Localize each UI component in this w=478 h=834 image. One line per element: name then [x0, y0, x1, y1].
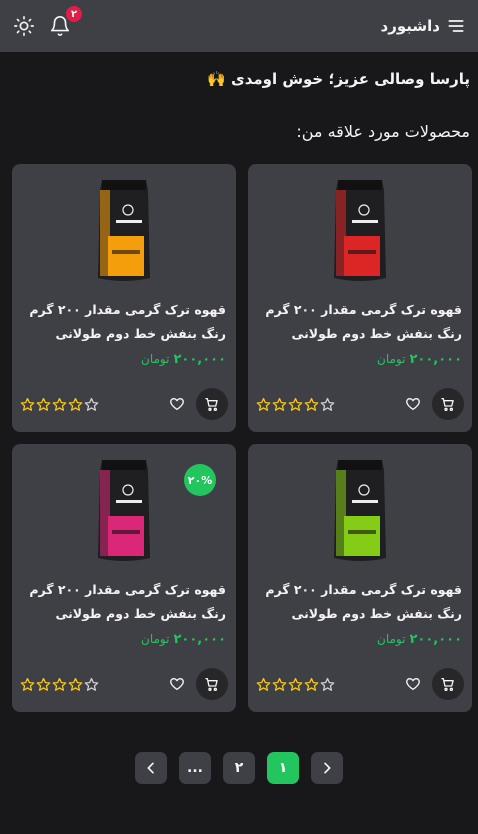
page-button-2[interactable]: ۲ — [223, 752, 255, 784]
star-icon[interactable] — [320, 677, 335, 692]
price-currency: تومان — [377, 632, 406, 646]
page-ellipsis: ... — [179, 752, 211, 784]
star-icon[interactable] — [36, 677, 51, 692]
add-to-cart-button[interactable] — [196, 668, 228, 700]
product-card[interactable]: قهوه ترک گرمی مقدار ۲۰۰ گرم رنگ بنفش خط … — [248, 164, 472, 432]
product-price: ۲۰۰,۰۰۰ تومان — [141, 632, 226, 647]
product-card[interactable]: قهوه ترک گرمی مقدار ۲۰۰ گرم رنگ بنفش خط … — [248, 444, 472, 712]
page-button-1[interactable]: ۱ — [267, 752, 299, 784]
rating-stars[interactable] — [256, 677, 335, 692]
star-icon[interactable] — [52, 397, 67, 412]
favorite-button[interactable] — [168, 675, 186, 693]
cart-icon — [205, 398, 218, 411]
star-icon[interactable] — [256, 397, 271, 412]
rating-stars[interactable] — [20, 397, 99, 412]
dashboard-menu[interactable]: داشبورد — [381, 16, 466, 36]
star-icon[interactable] — [68, 677, 83, 692]
product-price: ۲۰۰,۰۰۰ تومان — [377, 632, 462, 647]
theme-toggle-button[interactable] — [12, 14, 36, 38]
dashboard-title: داشبورد — [380, 17, 440, 35]
product-title[interactable]: قهوه ترک گرمی مقدار ۲۰۰ گرم رنگ بنفش خط … — [256, 298, 462, 346]
pagination: ۱ ۲ ... — [0, 752, 478, 784]
star-icon[interactable] — [288, 677, 303, 692]
add-to-cart-button[interactable] — [432, 388, 464, 420]
star-icon[interactable] — [20, 397, 35, 412]
product-card[interactable]: قهوه ترک گرمی مقدار ۲۰۰ گرم رنگ بنفش خط … — [12, 164, 236, 432]
chevron-right-icon — [324, 762, 331, 774]
star-icon[interactable] — [68, 397, 83, 412]
star-icon[interactable] — [84, 397, 99, 412]
product-title[interactable]: قهوه ترک گرمی مقدار ۲۰۰ گرم رنگ بنفش خط … — [256, 578, 462, 626]
product-title[interactable]: قهوه ترک گرمی مقدار ۲۰۰ گرم رنگ بنفش خط … — [20, 298, 226, 346]
rating-stars[interactable] — [256, 397, 335, 412]
star-icon[interactable] — [304, 677, 319, 692]
star-icon[interactable] — [320, 397, 335, 412]
next-page-button[interactable] — [311, 752, 343, 784]
price-value: ۲۰۰,۰۰۰ — [409, 632, 462, 647]
star-icon[interactable] — [272, 397, 287, 412]
star-icon[interactable] — [288, 397, 303, 412]
favorite-button[interactable] — [404, 675, 422, 693]
notification-badge: ۲ — [66, 6, 82, 22]
price-value: ۲۰۰,۰۰۰ — [409, 352, 462, 367]
product-image[interactable] — [12, 174, 236, 286]
hamburger-icon[interactable] — [446, 16, 466, 36]
product-grid: قهوه ترک گرمی مقدار ۲۰۰ گرم رنگ بنفش خط … — [12, 164, 472, 712]
cart-icon — [205, 678, 218, 691]
heart-icon — [170, 678, 184, 690]
prev-page-button[interactable] — [135, 752, 167, 784]
price-currency: تومان — [377, 352, 406, 366]
add-to-cart-button[interactable] — [196, 388, 228, 420]
heart-icon — [170, 398, 184, 410]
star-icon[interactable] — [20, 677, 35, 692]
favorite-button[interactable] — [168, 395, 186, 413]
chevron-left-icon — [147, 762, 154, 774]
star-icon[interactable] — [256, 677, 271, 692]
star-icon[interactable] — [36, 397, 51, 412]
notifications-button[interactable]: ۲ — [48, 6, 82, 38]
favorite-button[interactable] — [404, 395, 422, 413]
product-price: ۲۰۰,۰۰۰ تومان — [141, 352, 226, 367]
heart-icon — [406, 678, 420, 690]
product-image[interactable] — [248, 454, 472, 566]
product-image[interactable] — [248, 174, 472, 286]
product-card[interactable]: ۲۰% قهوه ترک گرمی مقدار ۲۰۰ گرم رنگ بنفش … — [12, 444, 236, 712]
star-icon[interactable] — [52, 677, 67, 692]
cart-icon — [441, 678, 454, 691]
discount-badge: ۲۰% — [184, 464, 216, 496]
star-icon[interactable] — [272, 677, 287, 692]
price-value: ۲۰۰,۰۰۰ — [173, 632, 226, 647]
top-bar: داشبورد ۲ — [0, 0, 478, 52]
star-icon[interactable] — [84, 677, 99, 692]
product-title[interactable]: قهوه ترک گرمی مقدار ۲۰۰ گرم رنگ بنفش خط … — [20, 578, 226, 626]
product-price: ۲۰۰,۰۰۰ تومان — [377, 352, 462, 367]
price-currency: تومان — [141, 352, 170, 366]
cart-icon — [441, 398, 454, 411]
price-currency: تومان — [141, 632, 170, 646]
sun-icon[interactable] — [13, 15, 35, 37]
section-title: محصولات مورد علاقه من: — [296, 122, 470, 141]
star-icon[interactable] — [304, 397, 319, 412]
add-to-cart-button[interactable] — [432, 668, 464, 700]
price-value: ۲۰۰,۰۰۰ — [173, 352, 226, 367]
heart-icon — [406, 398, 420, 410]
greeting-text: پارسا وصالی عزیز؛ خوش اومدی 🙌 — [207, 70, 470, 88]
rating-stars[interactable] — [20, 677, 99, 692]
